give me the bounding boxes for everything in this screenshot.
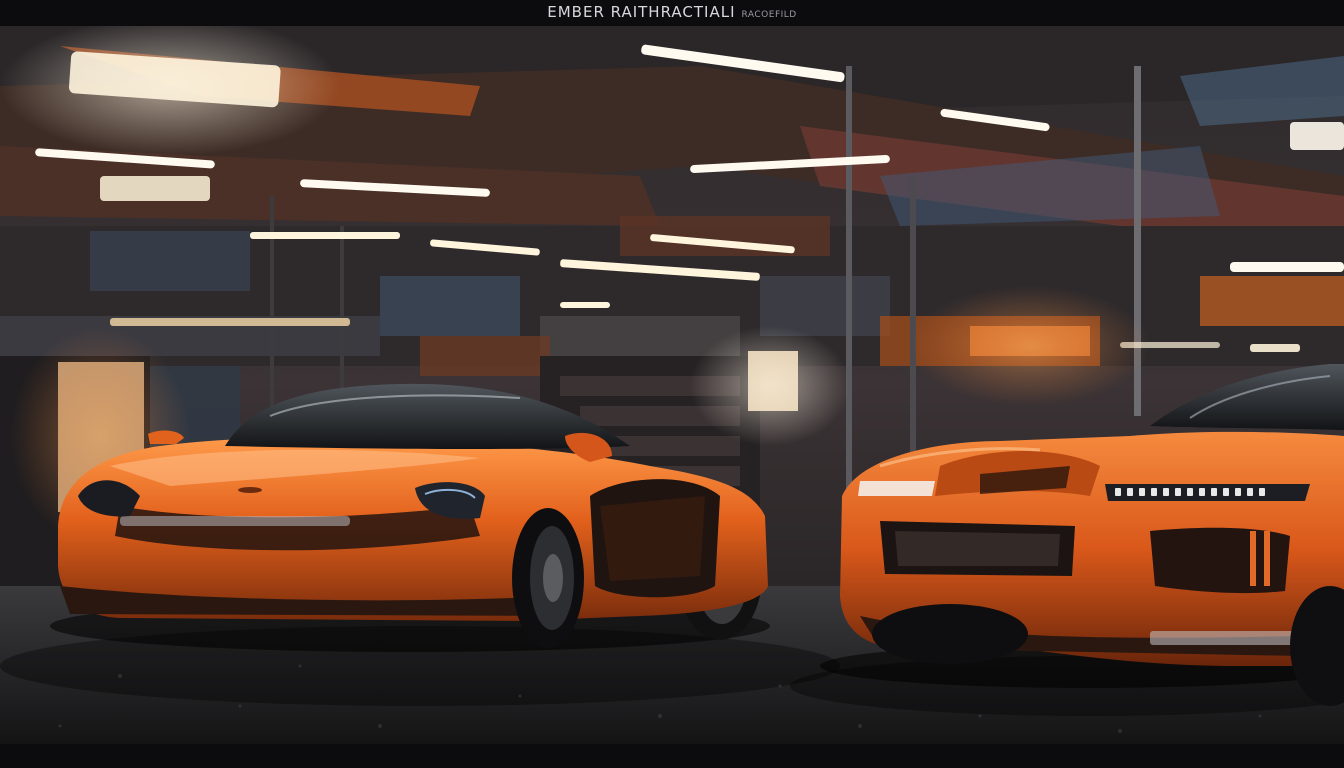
bottom-letterbox-bar [0, 744, 1344, 768]
title-text: EMBER RAITHRACTIALI [547, 3, 736, 21]
image-frame: EMBER RAITHRACTIALI RACOEFILD [0, 0, 1344, 768]
image-title: EMBER RAITHRACTIALI RACOEFILD [0, 3, 1344, 21]
garage-illustration [0, 26, 1344, 744]
top-letterbox-bar: EMBER RAITHRACTIALI RACOEFILD [0, 0, 1344, 26]
subtitle-text: RACOEFILD [741, 10, 797, 20]
garage-scene [0, 26, 1344, 744]
